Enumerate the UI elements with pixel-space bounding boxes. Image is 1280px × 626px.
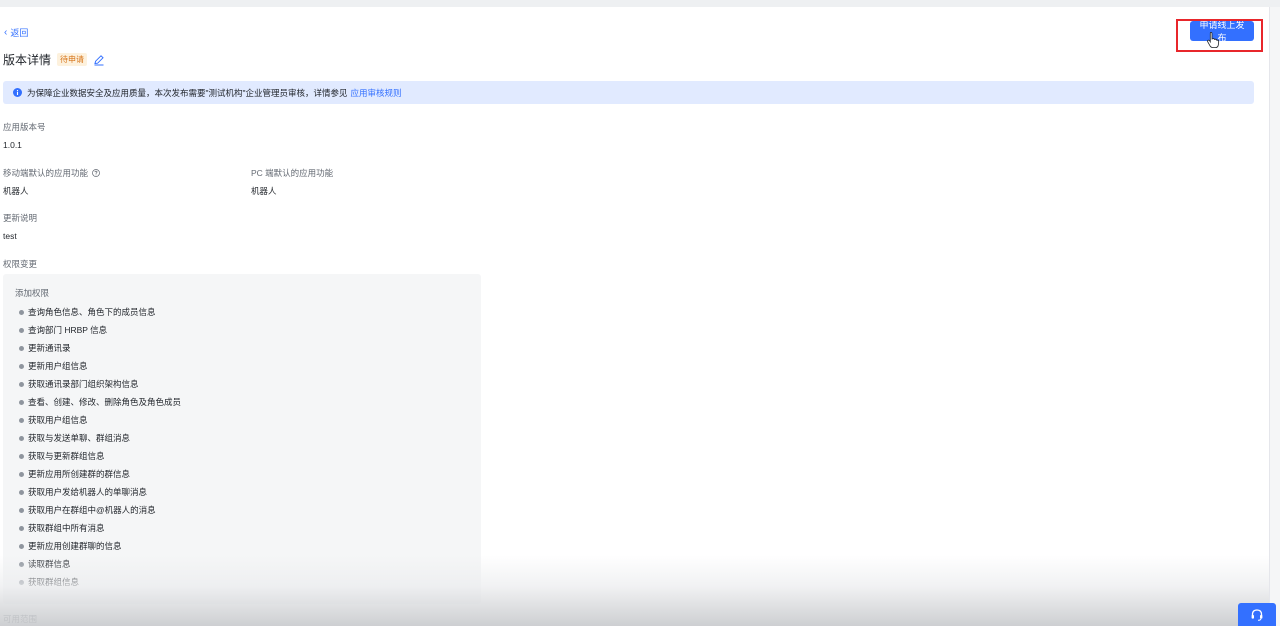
bullet-icon — [19, 579, 24, 585]
hand-cursor-icon — [1207, 31, 1220, 48]
permission-text: 更新用户组信息 — [28, 361, 88, 371]
headset-icon — [1251, 608, 1263, 621]
bullet-icon — [19, 435, 24, 441]
list-item: 获取用户发给机器人的单聊消息 — [19, 483, 181, 501]
bullet-icon — [19, 309, 24, 315]
review-notice: 为保障企业数据安全及应用质量，本次发布需要"测试机构"企业管理员审核，详情参见 … — [3, 81, 1254, 104]
bullet-icon — [19, 453, 24, 459]
title-row: 版本详情 待申请 — [3, 51, 105, 68]
list-item: 获取用户在群组中@机器人的消息 — [19, 501, 181, 519]
permission-text: 获取与发送单聊、群组消息 — [28, 433, 131, 443]
bullet-icon — [19, 561, 24, 567]
list-item: 更新应用创建群聊的信息 — [19, 537, 181, 555]
version-detail-card: ‹ 返回 版本详情 待申请 为保障企业数据安全及应用质量，本次发布需要"测试机构… — [0, 7, 1270, 626]
notice-text: 为保障企业数据安全及应用质量，本次发布需要"测试机构"企业管理员审核，详情参见 — [27, 87, 348, 98]
list-item: 获取用户组信息 — [19, 411, 181, 429]
bullet-icon — [19, 363, 24, 369]
top-strip — [0, 0, 1280, 7]
review-rules-link[interactable]: 应用审核规则 — [351, 87, 402, 99]
list-item: 获取与发送单聊、群组消息 — [19, 429, 181, 447]
list-item: 查看、创建、修改、删除角色及角色成员 — [19, 393, 181, 411]
info-icon — [13, 88, 22, 97]
bullet-icon — [19, 381, 24, 387]
update-notes-value: test — [3, 231, 17, 241]
permission-text: 更新应用创建群聊的信息 — [28, 541, 122, 551]
bullet-icon — [19, 507, 24, 513]
status-badge: 待申请 — [57, 53, 88, 66]
bullet-icon — [19, 345, 24, 351]
back-label: 返回 — [10, 28, 29, 38]
permission-text: 更新通讯录 — [28, 343, 71, 353]
list-item: 获取通讯录部门组织架构信息 — [19, 375, 181, 393]
mobile-function-label-text: 移动端默认的应用功能 — [3, 168, 89, 178]
permission-text: 获取群组信息 — [28, 577, 80, 587]
permission-text: 获取通讯录部门组织架构信息 — [28, 379, 139, 389]
list-item: 查询角色信息、角色下的成员信息 — [19, 303, 181, 321]
bullet-icon — [19, 399, 24, 405]
pc-function-value: 机器人 — [251, 186, 277, 196]
bullet-icon — [19, 327, 24, 333]
permission-change-panel: 添加权限 查询角色信息、角色下的成员信息 查询部门 HRBP 信息 更新通讯录 … — [3, 274, 481, 604]
list-item: 获取与更新群组信息 — [19, 447, 181, 465]
permission-text: 获取用户发给机器人的单聊消息 — [28, 487, 148, 497]
page-title: 版本详情 — [3, 53, 52, 67]
mobile-function-value: 机器人 — [3, 186, 29, 196]
permission-list: 查询角色信息、角色下的成员信息 查询部门 HRBP 信息 更新通讯录 更新用户组… — [19, 303, 181, 591]
back-link[interactable]: ‹ 返回 — [4, 26, 28, 39]
permission-text: 查询角色信息、角色下的成员信息 — [28, 307, 156, 317]
bullet-icon — [19, 543, 24, 549]
permission-change-label: 权限变更 — [3, 259, 38, 269]
help-circle-icon[interactable] — [92, 169, 101, 177]
permission-text: 读取群信息 — [28, 559, 71, 569]
update-notes-label: 更新说明 — [3, 213, 38, 223]
permission-text: 获取与更新群组信息 — [28, 451, 105, 461]
add-permissions-title: 添加权限 — [15, 288, 50, 298]
customer-service-button[interactable] — [1238, 603, 1276, 626]
permission-text: 查询部门 HRBP 信息 — [28, 325, 108, 335]
list-item: 获取群组信息 — [19, 573, 181, 591]
bullet-icon — [19, 489, 24, 495]
list-item: 获取群组中所有消息 — [19, 519, 181, 537]
list-item: 读取群信息 — [19, 555, 181, 573]
version-value: 1.0.1 — [3, 140, 22, 150]
bullet-icon — [19, 417, 24, 423]
permission-text: 更新应用所创建群的群信息 — [28, 469, 131, 479]
permission-text: 获取用户组信息 — [28, 415, 88, 425]
scope-label: 可用范围 — [3, 614, 38, 624]
permission-text: 获取群组中所有消息 — [28, 523, 105, 533]
permission-text: 获取用户在群组中@机器人的消息 — [28, 505, 156, 515]
list-item: 更新用户组信息 — [19, 357, 181, 375]
list-item: 更新通讯录 — [19, 339, 181, 357]
permission-text: 查看、创建、修改、删除角色及角色成员 — [28, 397, 182, 407]
pc-function-label: PC 端默认的应用功能 — [251, 168, 334, 178]
chevron-left-icon: ‹ — [4, 26, 8, 38]
bullet-icon — [19, 471, 24, 477]
version-label: 应用版本号 — [3, 122, 46, 132]
list-item: 更新应用所创建群的群信息 — [19, 465, 181, 483]
edit-icon[interactable] — [93, 54, 105, 66]
list-item: 查询部门 HRBP 信息 — [19, 321, 181, 339]
bullet-icon — [19, 525, 24, 531]
mobile-function-label: 移动端默认的应用功能 — [3, 167, 101, 179]
